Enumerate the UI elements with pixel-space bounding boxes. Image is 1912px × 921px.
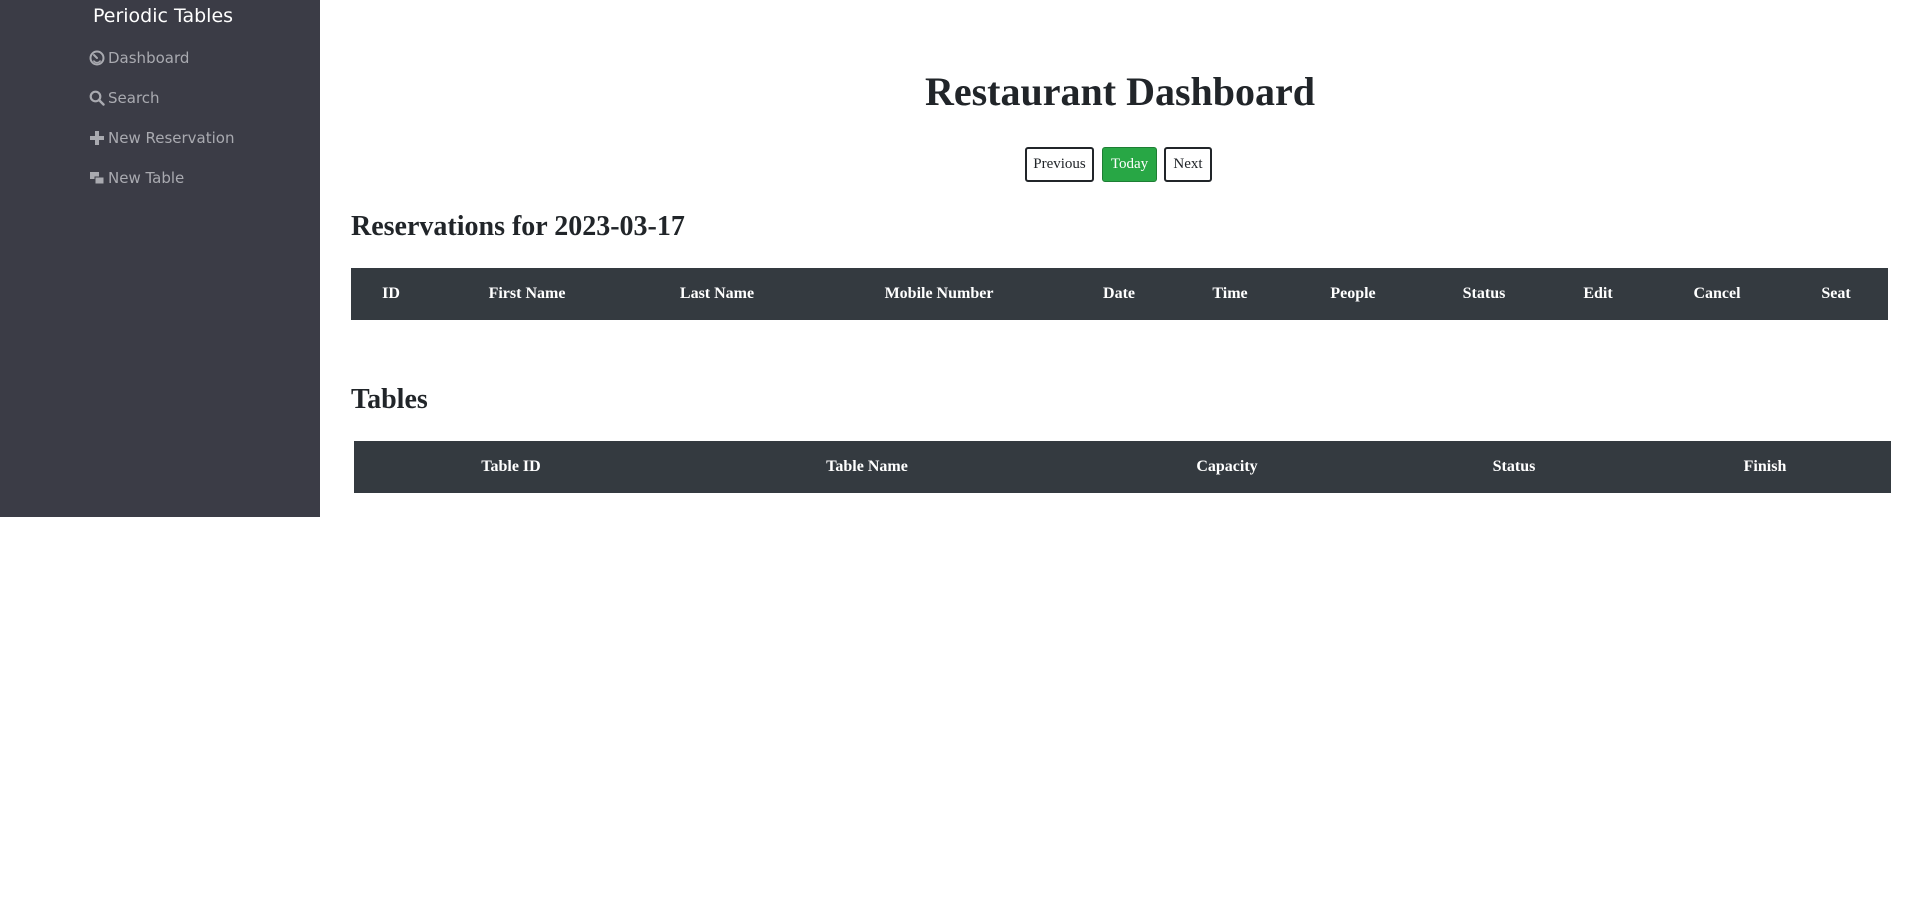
sidebar-item-dashboard[interactable]: Dashboard: [88, 46, 189, 70]
column-header-time: Time: [1212, 285, 1248, 302]
sidebar-item-label: New Table: [108, 169, 185, 187]
tables-icon: [88, 169, 106, 187]
column-header-seat: Seat: [1821, 285, 1851, 302]
column-header-finish: Finish: [1743, 458, 1787, 475]
reservations-table-header: ID First Name Last Name Mobile Number Da…: [351, 268, 1888, 320]
column-header-table-name: Table Name: [826, 458, 908, 475]
column-header-status: Status: [1462, 285, 1506, 302]
sidebar: Periodic Tables Dashboard Search New Res…: [0, 0, 320, 517]
dashboard-icon: [88, 49, 106, 67]
column-header-people: People: [1330, 285, 1376, 302]
plus-icon: [88, 129, 106, 147]
sidebar-item-label: Dashboard: [108, 49, 190, 67]
column-header-id: ID: [382, 285, 400, 302]
sidebar-item-new-reservation[interactable]: New Reservation: [88, 126, 234, 150]
column-header-cancel: Cancel: [1693, 285, 1741, 302]
tables-table-header: Table ID Table Name Capacity Status Fini…: [354, 441, 1891, 493]
tables-heading: Tables: [351, 384, 428, 415]
next-button[interactable]: Next: [1164, 147, 1212, 182]
previous-button[interactable]: Previous: [1025, 147, 1094, 182]
today-button[interactable]: Today: [1102, 147, 1157, 182]
sidebar-item-label: New Reservation: [108, 129, 235, 147]
search-icon: [88, 89, 106, 107]
column-header-table-id: Table ID: [481, 458, 541, 475]
brand-title[interactable]: Periodic Tables: [93, 5, 233, 27]
column-header-first-name: First Name: [488, 285, 566, 302]
page-title: Restaurant Dashboard: [924, 69, 1316, 114]
column-header-mobile-number: Mobile Number: [884, 285, 994, 302]
sidebar-item-search[interactable]: Search: [88, 86, 160, 110]
column-header-last-name: Last Name: [679, 285, 755, 302]
column-header-status: Status: [1492, 458, 1536, 475]
column-header-capacity: Capacity: [1196, 458, 1258, 475]
sidebar-item-new-table[interactable]: New Table: [88, 166, 184, 190]
reservations-heading: Reservations for 2023-03-17: [351, 211, 685, 242]
column-header-edit: Edit: [1583, 285, 1613, 302]
column-header-date: Date: [1103, 285, 1135, 302]
sidebar-item-label: Search: [108, 89, 160, 107]
